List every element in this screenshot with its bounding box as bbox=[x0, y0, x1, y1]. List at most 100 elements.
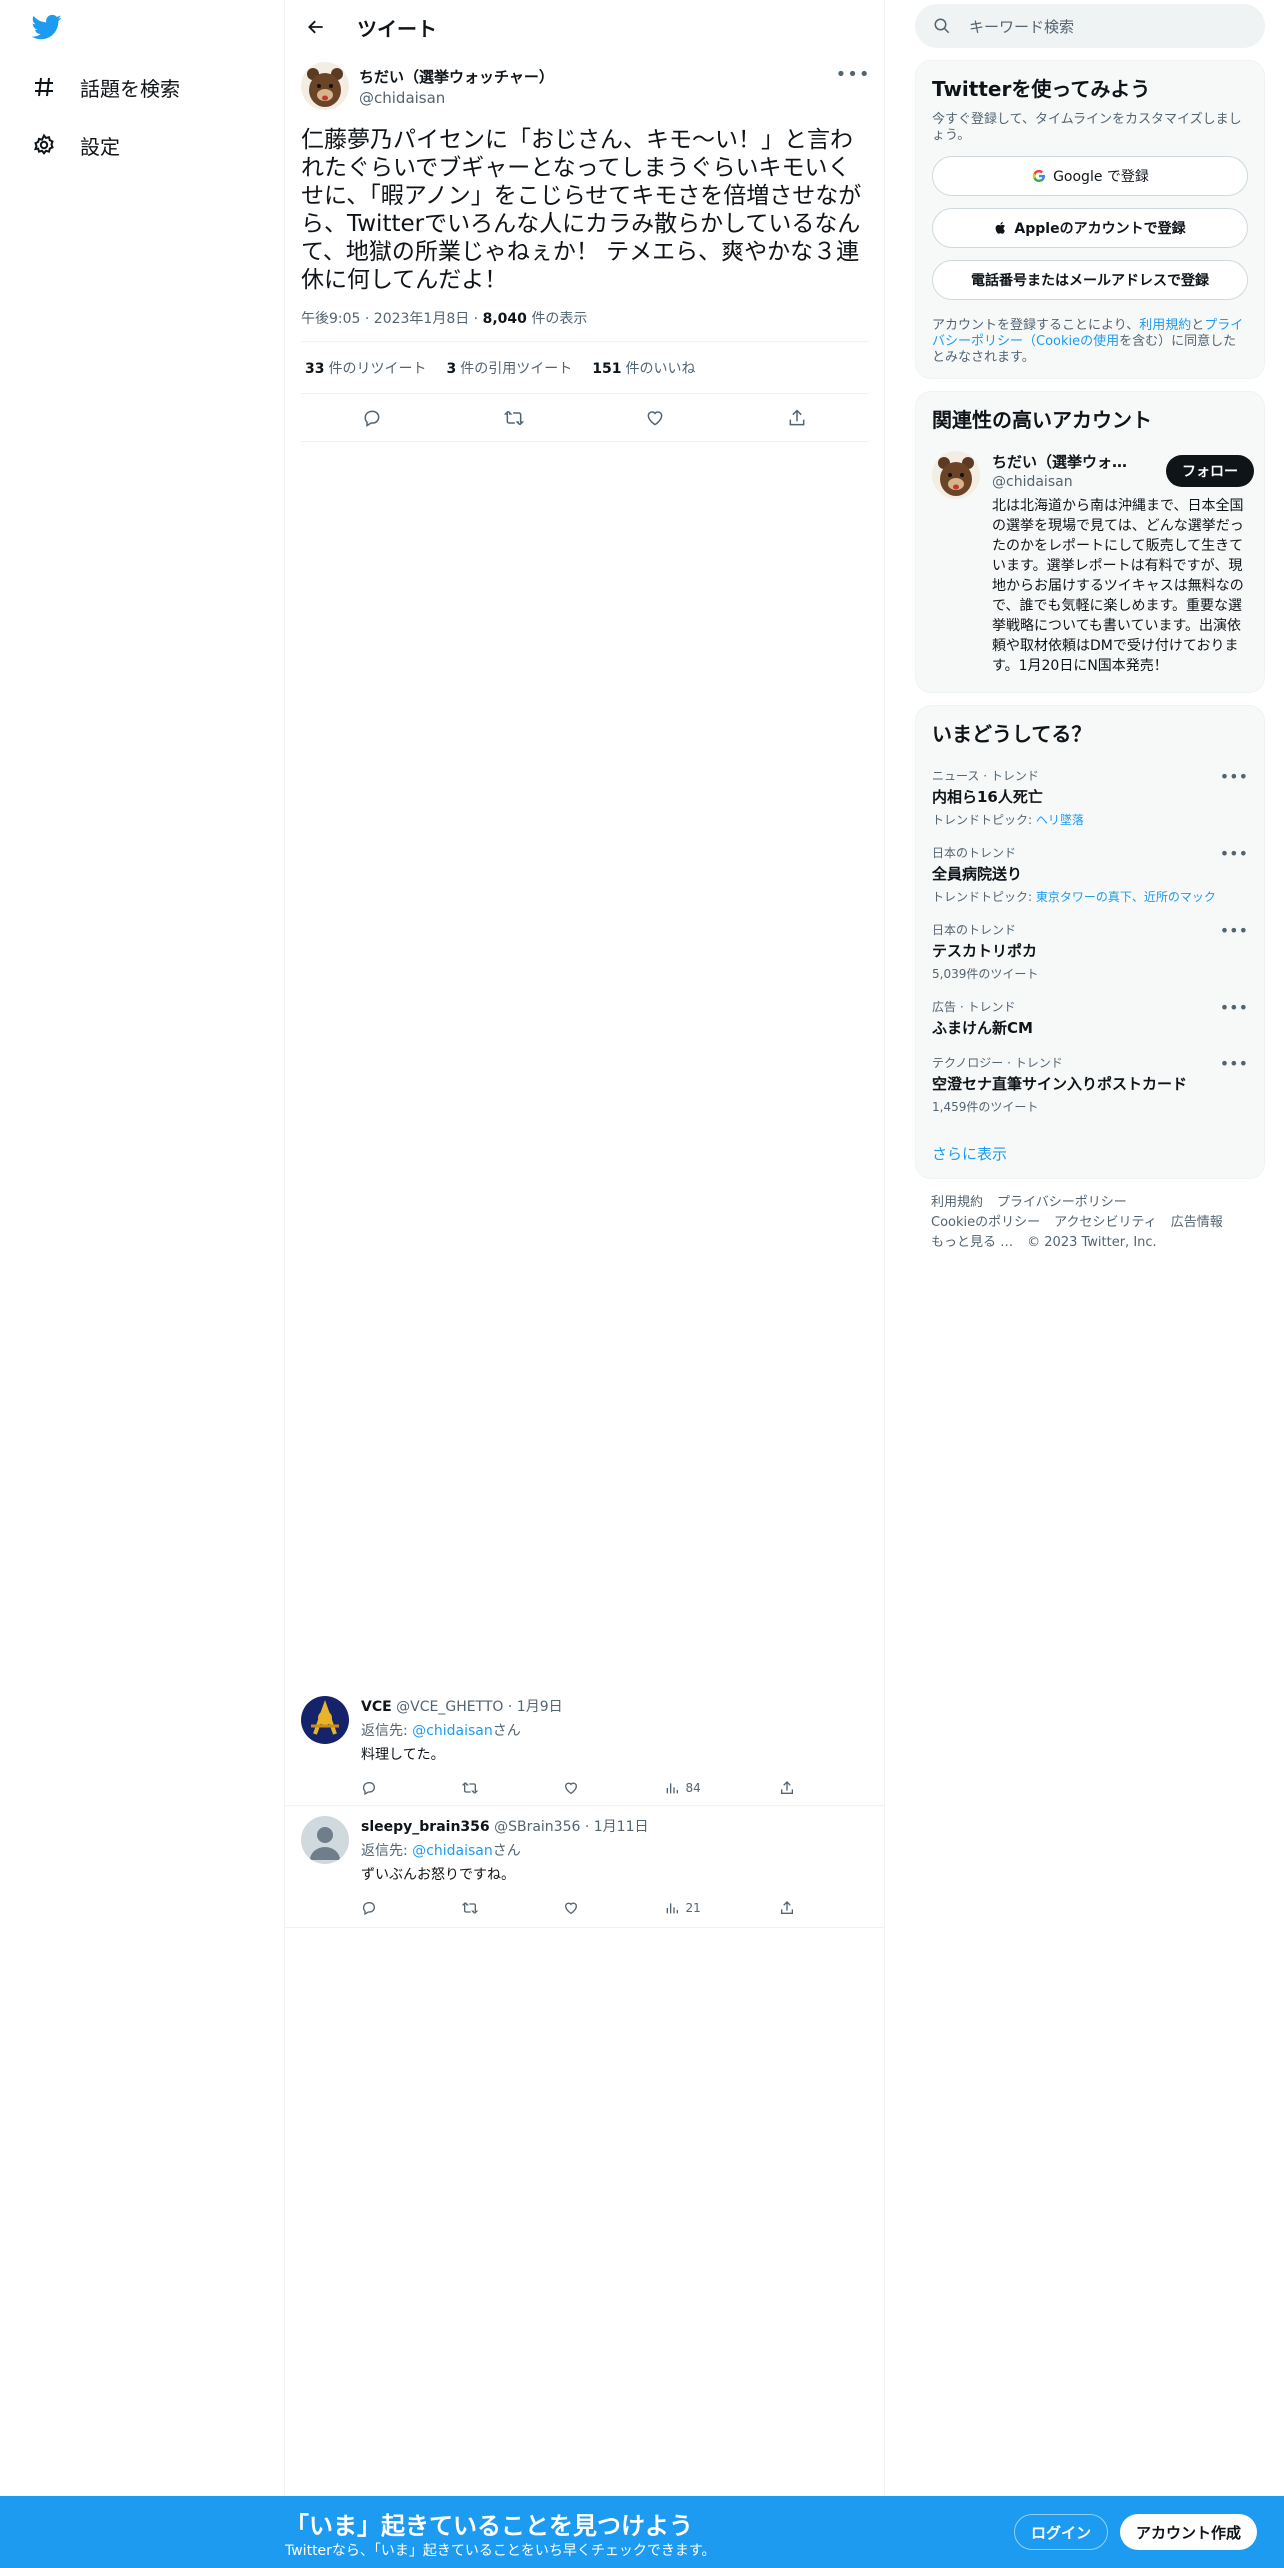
more-icon[interactable]: ••• bbox=[1220, 767, 1248, 786]
reply-icon[interactable] bbox=[361, 1780, 383, 1796]
login-button[interactable]: ログイン bbox=[1014, 2514, 1109, 2550]
more-icon[interactable]: ••• bbox=[836, 64, 870, 85]
share-icon[interactable] bbox=[780, 401, 814, 435]
footer-privacy[interactable]: プライバシーポリシー bbox=[997, 1195, 1127, 1210]
follow-button[interactable]: フォロー bbox=[1166, 455, 1254, 487]
avatar[interactable] bbox=[301, 62, 349, 110]
like-icon[interactable] bbox=[563, 1900, 585, 1916]
reply-to-link[interactable]: @chidaisan bbox=[412, 1723, 493, 1739]
trend-topic-link[interactable]: 東京タワーの真下 bbox=[1036, 890, 1132, 904]
reply-author-name[interactable]: VCE bbox=[361, 1699, 392, 1715]
trend-sub: 1,459件のツイート bbox=[932, 1100, 1039, 1114]
footer-accessibility[interactable]: アクセシビリティ bbox=[1054, 1215, 1157, 1230]
reply-views-count: 84 bbox=[685, 1781, 701, 1795]
like-icon[interactable] bbox=[638, 401, 672, 435]
google-signup-button[interactable]: Google で登録 bbox=[932, 156, 1248, 196]
show-more-link[interactable]: さらに表示 bbox=[932, 1143, 1248, 1164]
trend-name: ふまけん新CM bbox=[932, 1019, 1033, 1037]
signup-button[interactable]: アカウント作成 bbox=[1120, 2514, 1258, 2550]
retweet-icon[interactable] bbox=[461, 1900, 485, 1916]
signup-terms: アカウントを登録することにより、利用規約とプライバシーポリシー（Cookieの使… bbox=[932, 318, 1248, 366]
nav-settings[interactable]: 設定 bbox=[30, 125, 120, 165]
reply-author-name[interactable]: sleepy_brain356 bbox=[361, 1819, 490, 1835]
search-input[interactable]: キーワード検索 bbox=[915, 4, 1265, 48]
retweet-icon[interactable] bbox=[497, 401, 531, 435]
bottom-bar-subtitle: Twitterなら、「いま」起きていることをいち早くチェックできます。 bbox=[285, 2543, 716, 2559]
related-title: 関連性の高いアカウント bbox=[932, 408, 1152, 432]
trend-name: 内相ら16人死亡 bbox=[932, 788, 1043, 806]
share-icon[interactable] bbox=[779, 1780, 801, 1796]
avatar[interactable] bbox=[301, 1696, 349, 1744]
apple-signup-button[interactable]: Appleのアカウントで登録 bbox=[932, 208, 1248, 248]
trend-topic-link[interactable]: ヘリ墜落 bbox=[1036, 813, 1084, 827]
tweet-time[interactable]: 午後9:05 · 2023年1月8日 · bbox=[301, 311, 483, 327]
retweet-icon[interactable] bbox=[461, 1780, 485, 1796]
trend-item[interactable]: 広告 · トレンド ふまけん新CM ••• bbox=[932, 990, 1248, 1046]
reply-to-prefix: 返信先: bbox=[361, 1723, 413, 1739]
reply-tweet[interactable]: VCE @VCE_GHETTO · 1月9日 返信先: @chidaisanさん… bbox=[285, 1686, 885, 1806]
trend-category: 日本のトレンド bbox=[932, 846, 1017, 860]
views-stat[interactable]: 84 bbox=[664, 1780, 701, 1796]
views-stat[interactable]: 21 bbox=[664, 1900, 701, 1916]
reply-to: 返信先: @chidaisanさん bbox=[361, 1720, 869, 1740]
avatar[interactable] bbox=[301, 1816, 349, 1864]
likes-stat[interactable]: 151 件のいいね bbox=[592, 358, 695, 378]
related-accounts-card: 関連性の高いアカウント ちだい（選挙ウォッチャー） @chidaisan 北は北… bbox=[915, 391, 1265, 693]
avatar[interactable] bbox=[932, 451, 980, 499]
trend-sub-prefix: トレンドトピック: bbox=[932, 890, 1036, 904]
reply-to-link[interactable]: @chidaisan bbox=[412, 1843, 493, 1859]
trend-item[interactable]: テクノロジー · トレンド 空澄セナ直筆サイン入りポストカード 1,459件のツ… bbox=[932, 1046, 1248, 1123]
author-handle[interactable]: @chidaisan bbox=[359, 89, 554, 107]
gear-icon bbox=[30, 131, 58, 159]
footer-copyright: © 2023 Twitter, Inc. bbox=[1027, 1235, 1157, 1250]
related-name[interactable]: ちだい（選挙ウォッチャー） bbox=[992, 451, 1142, 472]
more-icon[interactable]: ••• bbox=[1220, 921, 1248, 940]
footer-more[interactable]: もっと見る … bbox=[931, 1235, 1013, 1250]
trend-topic-link-2[interactable]: 、近所のマック bbox=[1132, 890, 1216, 904]
views-count: 8,040 bbox=[482, 311, 527, 327]
reply-icon[interactable] bbox=[355, 401, 389, 435]
footer-cookie[interactable]: Cookieのポリシー bbox=[931, 1215, 1040, 1230]
tweet-meta: 午後9:05 · 2023年1月8日 · 8,040 件の表示 bbox=[301, 308, 868, 342]
trend-category: ニュース · トレンド bbox=[932, 769, 1039, 783]
bottom-signup-bar: 「いま」起きていることを見つけよう Twitterなら、「いま」起きていることを… bbox=[0, 2496, 1284, 2568]
reply-tweet[interactable]: sleepy_brain356 @SBrain356 · 1月11日 返信先: … bbox=[285, 1806, 885, 1928]
like-icon[interactable] bbox=[563, 1780, 585, 1796]
footer-ads[interactable]: 広告情報 bbox=[1171, 1215, 1223, 1230]
search-placeholder: キーワード検索 bbox=[969, 17, 1075, 36]
quotes-stat[interactable]: 3 件の引用ツイート bbox=[446, 358, 572, 378]
trend-item[interactable]: 日本のトレンド テスカトリポカ 5,039件のツイート ••• bbox=[932, 913, 1248, 990]
trend-name: 空澄セナ直筆サイン入りポストカード bbox=[932, 1075, 1188, 1093]
trend-category: テクノロジー · トレンド bbox=[932, 1056, 1063, 1070]
reply-icon[interactable] bbox=[361, 1900, 383, 1916]
reply-handle-time[interactable]: @SBrain356 · 1月11日 bbox=[494, 1819, 648, 1835]
more-icon[interactable]: ••• bbox=[1220, 998, 1248, 1017]
more-icon[interactable]: ••• bbox=[1220, 844, 1248, 863]
more-icon[interactable]: ••• bbox=[1220, 1054, 1248, 1073]
trend-item[interactable]: 日本のトレンド 全員病院送り トレンドトピック: 東京タワーの真下、近所のマック… bbox=[932, 836, 1248, 913]
terms-link[interactable]: 利用規約 bbox=[1139, 318, 1191, 333]
reply-actions: 84 bbox=[361, 1768, 801, 1808]
reply-handle-time[interactable]: @VCE_GHETTO · 1月9日 bbox=[396, 1699, 562, 1715]
footer-terms[interactable]: 利用規約 bbox=[931, 1195, 983, 1210]
email-signup-button[interactable]: 電話番号またはメールアドレスで登録 bbox=[932, 260, 1248, 300]
back-arrow-icon[interactable] bbox=[301, 12, 331, 42]
trend-sub: トレンドトピック: ヘリ墜落 bbox=[932, 811, 1248, 828]
email-signup-label: 電話番号またはメールアドレスで登録 bbox=[971, 273, 1209, 289]
nav-explore[interactable]: 話題を検索 bbox=[30, 67, 180, 107]
trends-title: いまどうしてる？ bbox=[932, 722, 1092, 746]
reply-text: 料理してた。 bbox=[361, 1747, 445, 1763]
share-icon[interactable] bbox=[779, 1900, 801, 1916]
reply-to: 返信先: @chidaisanさん bbox=[361, 1840, 869, 1860]
twitter-logo-icon[interactable] bbox=[30, 12, 70, 46]
trend-sub: トレンドトピック: 東京タワーの真下、近所のマック bbox=[932, 888, 1248, 905]
main-column: ツイート ちだい（選挙ウォッチャー） @chidaisan ••• 仁藤夢乃パイ… bbox=[285, 0, 885, 2500]
tweet-stats: 33 件のリツイート 3 件の引用ツイート 151 件のいいね bbox=[301, 342, 868, 394]
trend-item[interactable]: ニュース · トレンド 内相ら16人死亡 トレンドトピック: ヘリ墜落 ••• bbox=[932, 759, 1248, 836]
terms-prefix: アカウントを登録することにより、 bbox=[932, 318, 1140, 333]
author-display-name[interactable]: ちだい（選挙ウォッチャー） bbox=[359, 66, 554, 87]
views-label: 件の表示 bbox=[526, 311, 588, 327]
related-account[interactable]: ちだい（選挙ウォッチャー） @chidaisan 北は北海道から南は沖縄まで、日… bbox=[932, 451, 1254, 676]
retweets-stat[interactable]: 33 件のリツイート bbox=[305, 358, 426, 378]
reply-to-prefix: 返信先: bbox=[361, 1843, 413, 1859]
